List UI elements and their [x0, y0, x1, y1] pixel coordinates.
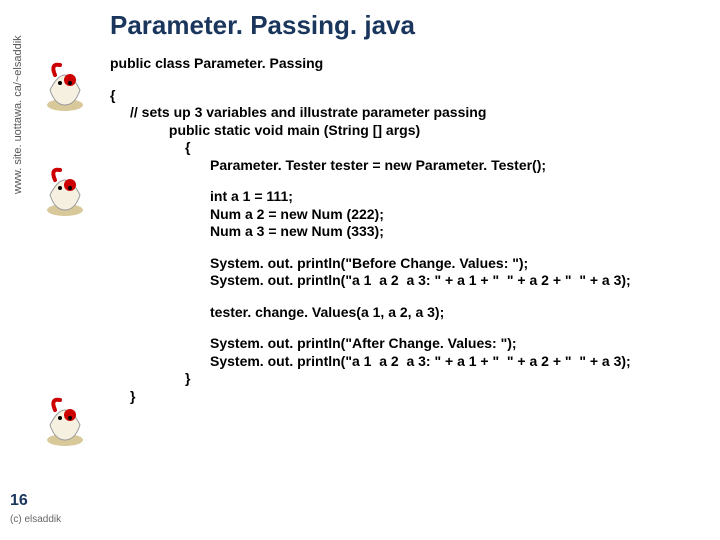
code-line: Num a 2 = new Num (222);	[110, 206, 710, 224]
code-line: {	[110, 87, 710, 105]
copyright-text: (c) elsaddik	[10, 514, 61, 525]
code-line: Num a 3 = new Num (333);	[110, 223, 710, 241]
code-line: System. out. println("a 1 a 2 a 3: " + a…	[110, 353, 710, 371]
code-line: public class Parameter. Passing	[110, 55, 710, 73]
code-line: System. out. println("Before Change. Val…	[110, 255, 710, 273]
code-line: {	[110, 139, 710, 157]
code-block: public class Parameter. Passing { // set…	[110, 55, 710, 405]
java-mascot-icon	[40, 390, 90, 450]
code-line: public static void main (String [] args)	[110, 122, 710, 140]
slide-title: Parameter. Passing. java	[110, 10, 415, 41]
code-line: }	[110, 370, 710, 388]
code-line: Parameter. Tester tester = new Parameter…	[110, 157, 710, 175]
code-line: }	[110, 388, 710, 406]
code-line: tester. change. Values(a 1, a 2, a 3);	[110, 304, 710, 322]
code-line: System. out. println("After Change. Valu…	[110, 335, 710, 353]
page-number: 16	[10, 492, 28, 510]
code-line: int a 1 = 111;	[110, 188, 710, 206]
java-mascot-icon	[40, 160, 90, 220]
sidebar-url: www. site. uottawa. ca/~elsaddik	[12, 35, 24, 194]
code-line: System. out. println("a 1 a 2 a 3: " + a…	[110, 272, 710, 290]
java-mascot-icon	[40, 55, 90, 115]
code-line: // sets up 3 variables and illustrate pa…	[110, 104, 710, 122]
